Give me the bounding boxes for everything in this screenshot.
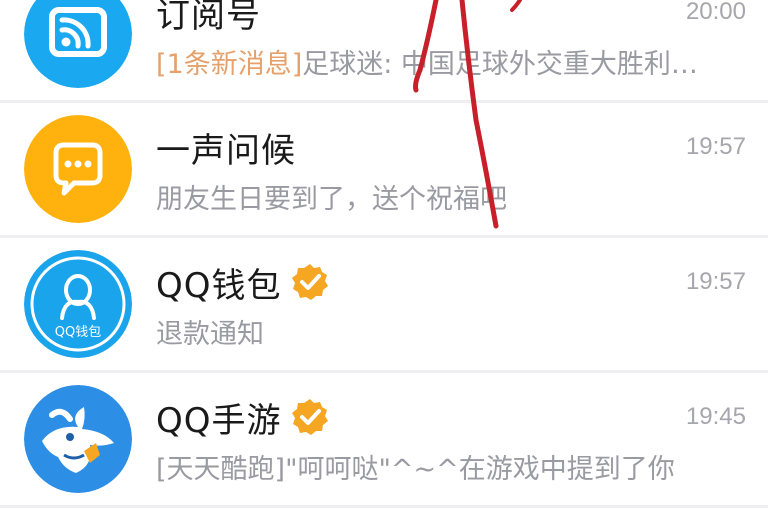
new-message-tag: [1条新消息]: [156, 49, 303, 80]
avatar-label: QQ钱包: [55, 325, 101, 340]
preview-text: [天天酷跑]"呵呵哒"^~^在游戏中提到了你: [156, 454, 675, 485]
conversation-time: 19:57: [685, 133, 746, 160]
rabbit-game-icon: [24, 385, 132, 493]
conversation-time: 19:57: [685, 268, 746, 295]
conversation-title: QQ钱包: [156, 265, 282, 306]
conversation-title: 一声问候: [156, 130, 296, 171]
conversation-row-qq-games[interactable]: QQ手游 19:45 [天天酷跑]"呵呵哒"^~^在游戏中提到了你: [0, 373, 768, 505]
chat-bubble-icon: [24, 115, 132, 223]
qq-wallet-icon: QQ钱包: [24, 250, 132, 358]
conversation-time: 19:45: [685, 403, 746, 430]
avatar: [24, 0, 132, 88]
preview-text: 退款通知: [156, 319, 264, 350]
conversation-title: 订阅号: [156, 0, 261, 36]
conversation-preview: 朋友生日要到了，送个祝福吧: [156, 177, 746, 216]
conversation-preview: 退款通知: [156, 312, 746, 351]
conversation-row-qq-wallet[interactable]: QQ钱包 QQ钱包 19:57 退款通知: [0, 238, 768, 370]
conversation-row-greeting[interactable]: 一声问候 19:57 朋友生日要到了，送个祝福吧: [0, 103, 768, 235]
conversation-title: QQ手游: [156, 400, 282, 441]
rss-feed-icon: [24, 0, 132, 88]
avatar: [24, 385, 132, 493]
avatar: QQ钱包: [24, 250, 132, 358]
conversation-preview: [1条新消息]足球迷: 中国足球外交重大胜利…: [156, 42, 746, 81]
avatar: [24, 115, 132, 223]
verified-badge-icon: [290, 262, 330, 302]
conversation-row-subscriptions[interactable]: 订阅号 20:00 [1条新消息]足球迷: 中国足球外交重大胜利…: [0, 0, 768, 100]
verified-badge-icon: [290, 397, 330, 437]
preview-text: 朋友生日要到了，送个祝福吧: [156, 184, 507, 215]
row-divider: [0, 505, 768, 508]
conversation-preview: [天天酷跑]"呵呵哒"^~^在游戏中提到了你: [156, 447, 746, 486]
conversation-time: 20:00: [685, 0, 746, 25]
conversation-list: 订阅号 20:00 [1条新消息]足球迷: 中国足球外交重大胜利… 一声问候 1…: [0, 0, 768, 510]
preview-text: 足球迷: 中国足球外交重大胜利…: [302, 49, 698, 80]
